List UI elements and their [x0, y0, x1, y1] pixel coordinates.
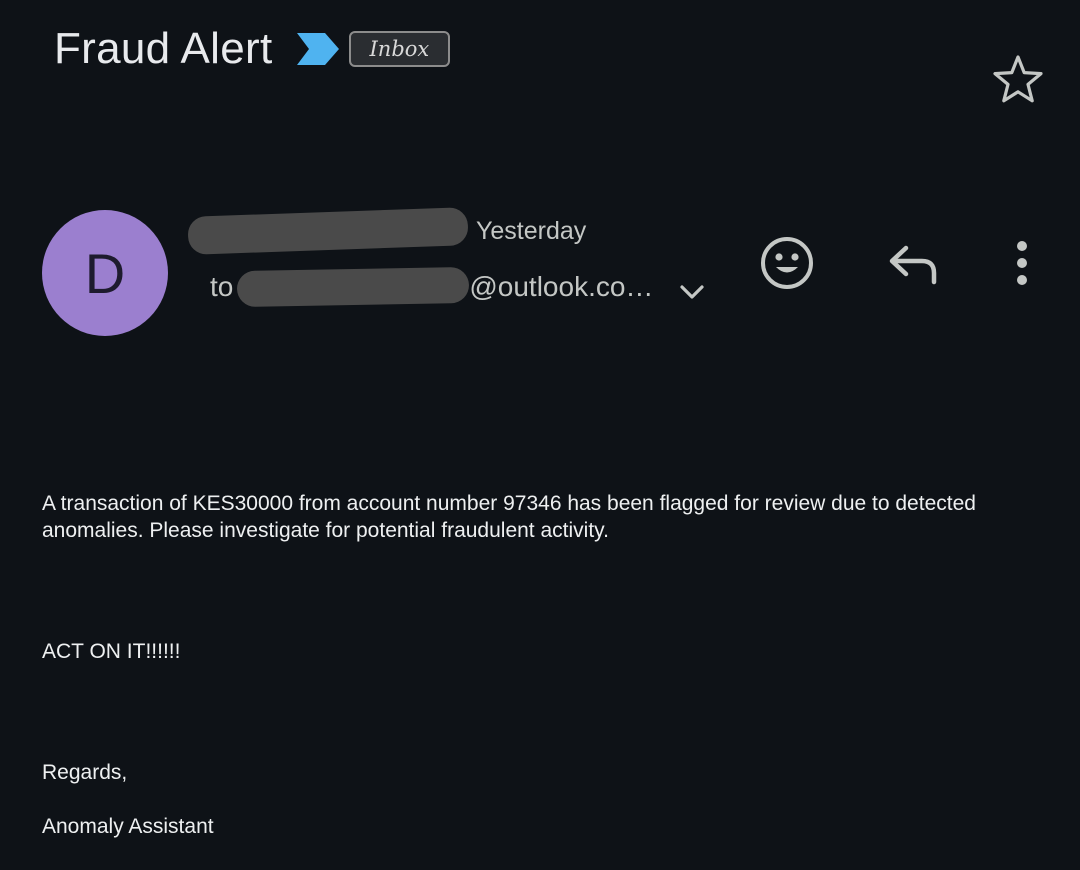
reply-arrow-icon: [889, 245, 937, 285]
inbox-label-chip[interactable]: Inbox: [348, 31, 451, 67]
email-timestamp: Yesterday: [476, 216, 587, 245]
avatar-letter: D: [84, 241, 126, 305]
to-label: to: [210, 271, 234, 302]
star-icon[interactable]: [990, 52, 1046, 106]
sender-line[interactable]: Yesterday: [187, 207, 587, 255]
signature-line: Anomaly Assistant: [42, 815, 214, 838]
closing-line: Regards,: [42, 761, 128, 784]
more-vertical-icon: [1017, 241, 1027, 285]
recipient-redaction: [237, 266, 470, 308]
add-reaction-button[interactable]: [756, 232, 818, 294]
importance-marker-icon[interactable]: [295, 31, 341, 67]
sender-name-redaction: [187, 207, 469, 255]
smiley-face-icon: [761, 237, 813, 289]
reply-button[interactable]: [882, 234, 944, 294]
subject-row: Fraud Alert Inbox: [54, 20, 451, 78]
more-options-button[interactable]: [1000, 232, 1044, 294]
recipient-address: @outlook.co…: [469, 271, 654, 302]
chevron-down-icon[interactable]: [674, 274, 710, 310]
body-paragraph-1: A transaction of KES30000 from account n…: [42, 492, 976, 542]
email-body: A transaction of KES30000 from account n…: [42, 490, 1042, 838]
recipient-line[interactable]: to @outlook.co…: [210, 262, 653, 312]
email-subject: Fraud Alert: [54, 24, 273, 73]
sender-avatar[interactable]: D: [42, 210, 168, 336]
body-paragraph-2: ACT ON IT!!!!!!: [42, 640, 181, 663]
